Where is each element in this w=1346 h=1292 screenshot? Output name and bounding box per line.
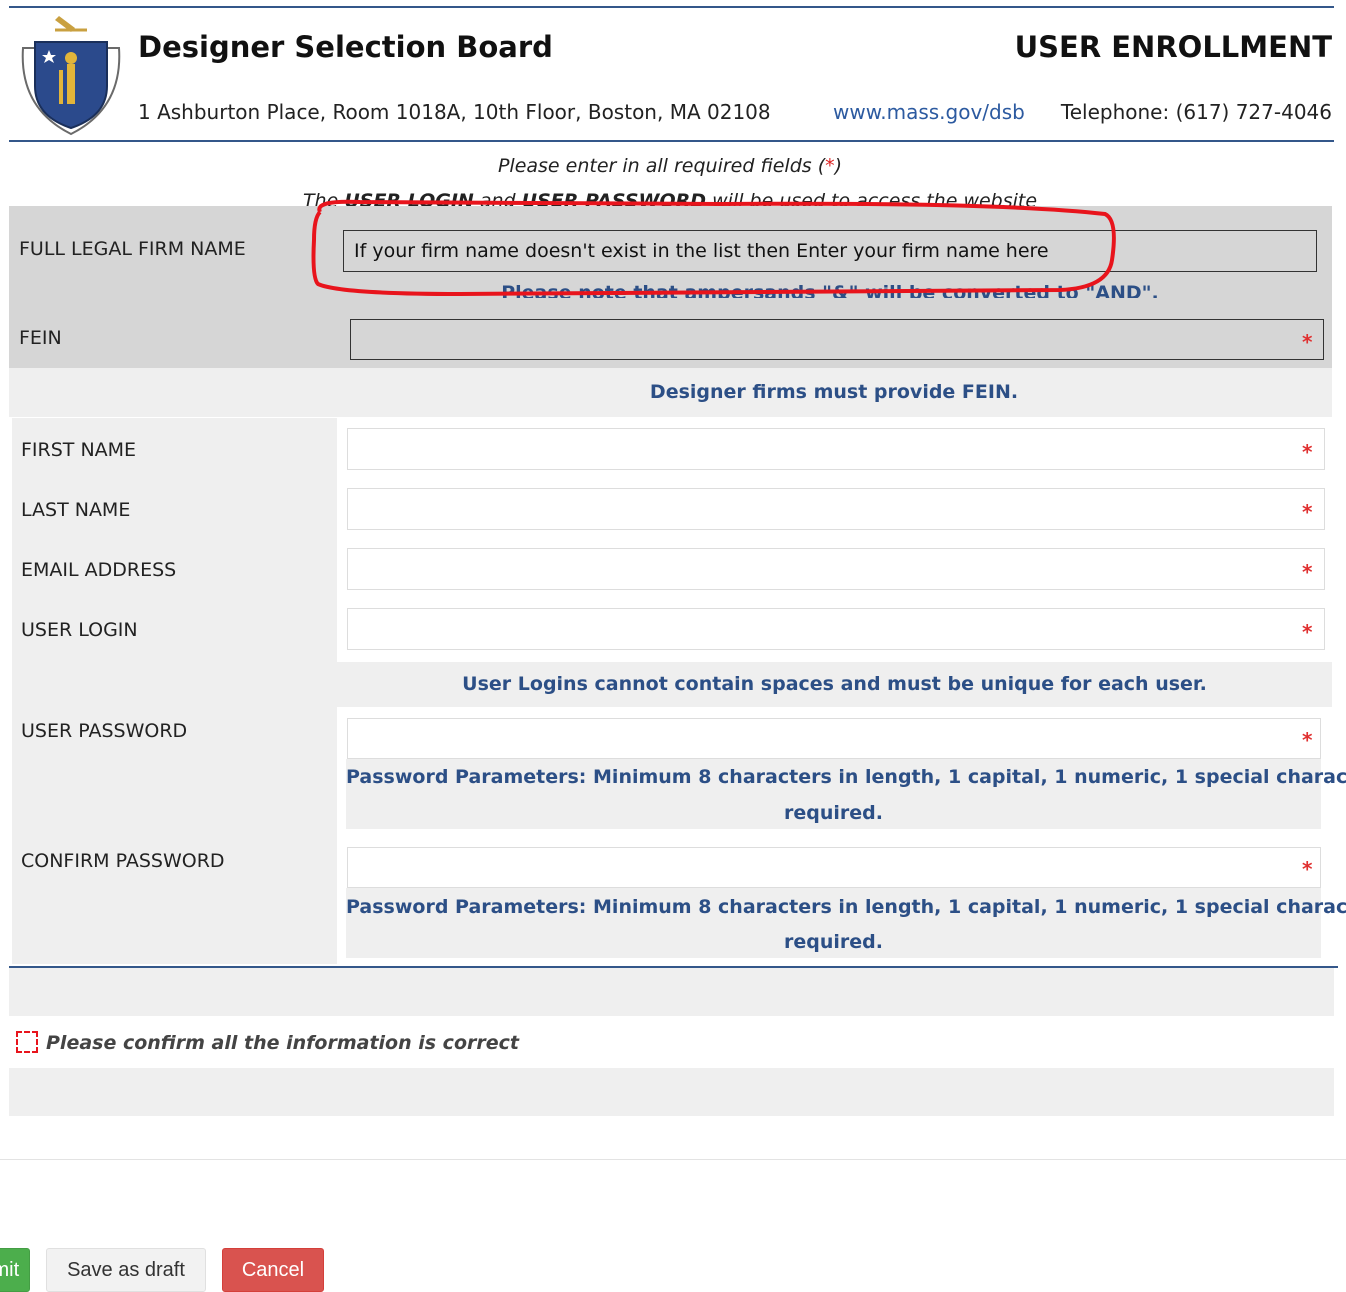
button-bar-divider xyxy=(0,1159,1346,1160)
password-note-line1: Password Parameters: Minimum 8 character… xyxy=(346,766,1346,788)
first-name-input[interactable] xyxy=(347,428,1325,470)
fein-note: Designer firms must provide FEIN. xyxy=(649,381,1019,403)
user-login-label: USER LOGIN xyxy=(21,619,138,641)
last-name-label: LAST NAME xyxy=(21,499,131,521)
email-required-icon: * xyxy=(1302,560,1313,584)
required-note-suffix: ) xyxy=(834,155,843,177)
board-title: Designer Selection Board xyxy=(138,30,553,64)
confirm-spacer-row xyxy=(9,1068,1334,1116)
user-password-input[interactable] xyxy=(347,718,1321,759)
user-login-note: User Logins cannot contain spaces and mu… xyxy=(462,673,1207,695)
submit-button[interactable]: Submit xyxy=(0,1248,30,1292)
last-name-required-icon: * xyxy=(1302,500,1313,524)
first-name-label: FIRST NAME xyxy=(21,439,137,461)
confirm-label: Please confirm all the information is co… xyxy=(46,1032,519,1054)
header-bottom-rule xyxy=(9,140,1334,142)
first-name-required-icon: * xyxy=(1302,440,1313,464)
required-note-star: * xyxy=(825,155,835,177)
fein-label: FEIN xyxy=(19,327,62,349)
firm-name-label: FULL LEGAL FIRM NAME xyxy=(19,238,246,260)
required-note-prefix: Please enter in all required fields ( xyxy=(497,155,826,177)
annotation-circle-icon xyxy=(311,199,1116,297)
cancel-button[interactable]: Cancel xyxy=(222,1248,324,1292)
spacer-row xyxy=(9,968,1334,1016)
last-name-input[interactable] xyxy=(347,488,1325,530)
massachusetts-seal-icon xyxy=(21,16,121,136)
email-label: EMAIL ADDRESS xyxy=(21,559,177,581)
confirm-password-input[interactable] xyxy=(347,847,1321,888)
user-login-required-icon: * xyxy=(1302,620,1313,644)
required-fields-note: Please enter in all required fields (*) xyxy=(0,155,1340,177)
telephone-number: Telephone: (617) 727-4046 xyxy=(1060,100,1332,124)
fein-required-icon: * xyxy=(1302,330,1313,354)
confirm-checkbox[interactable] xyxy=(16,1031,38,1053)
user-password-label: USER PASSWORD xyxy=(21,720,188,742)
email-input[interactable] xyxy=(347,548,1325,590)
save-draft-button[interactable]: Save as draft xyxy=(46,1248,206,1292)
page-heading: USER ENROLLMENT xyxy=(1014,30,1332,64)
password-note-line2: required. xyxy=(784,802,883,824)
office-address: 1 Ashburton Place, Room 1018A, 10th Floo… xyxy=(138,100,771,124)
user-password-required-icon: * xyxy=(1302,728,1313,752)
header-top-rule xyxy=(9,6,1334,8)
confirm-note-line1: Password Parameters: Minimum 8 character… xyxy=(346,896,1346,918)
confirm-password-label: CONFIRM PASSWORD xyxy=(21,850,225,872)
confirm-note-line2: required. xyxy=(784,931,883,953)
website-link[interactable]: www.mass.gov/dsb xyxy=(833,100,1025,124)
confirm-password-required-icon: * xyxy=(1302,857,1313,881)
fein-input[interactable] xyxy=(350,319,1324,360)
user-login-input[interactable] xyxy=(347,608,1325,650)
